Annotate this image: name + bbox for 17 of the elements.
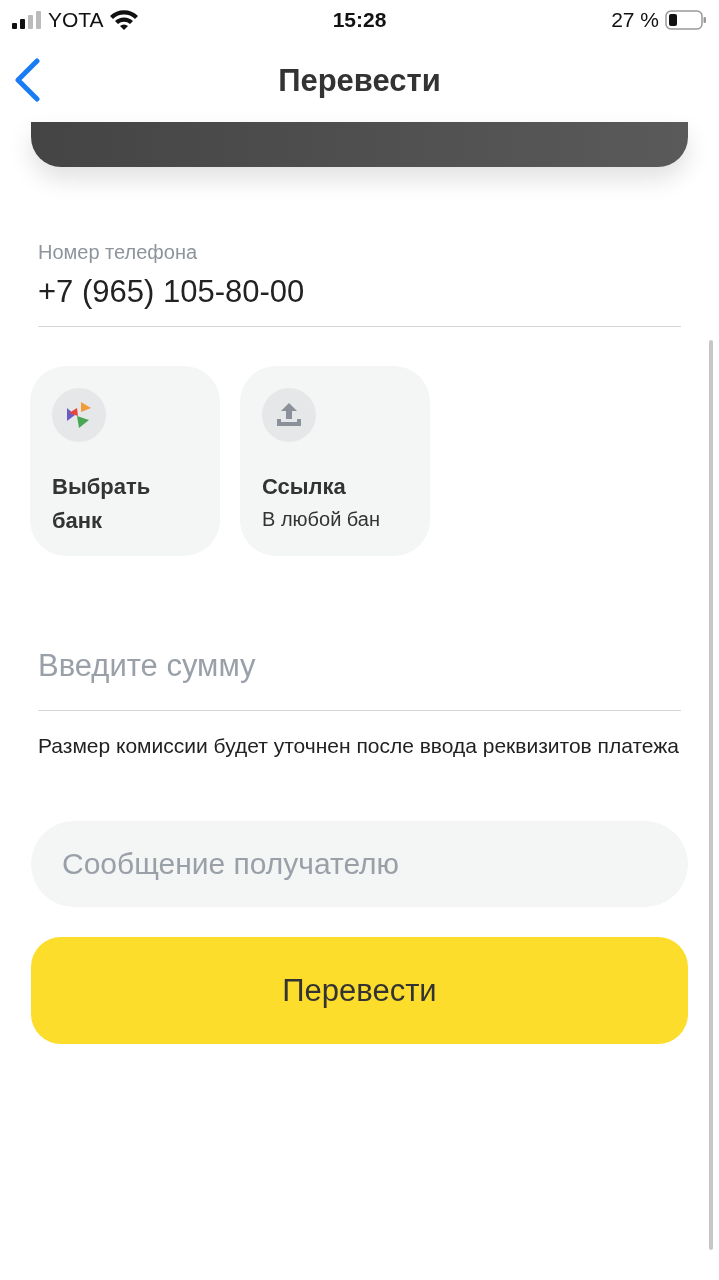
back-button[interactable] — [12, 58, 42, 102]
clock-time: 15:28 — [331, 8, 388, 32]
battery-icon — [665, 10, 707, 30]
option-tile[interactable]: Ссылка В любой бан — [240, 366, 430, 556]
phone-value[interactable]: +7 (965) 105-80-00 — [38, 274, 681, 310]
transfer-button[interactable]: Перевести — [31, 937, 688, 1044]
battery-percent: 27 % — [611, 8, 659, 32]
carrier-name: YOTA — [48, 8, 104, 32]
option-tile[interactable]: Выбрать банк — [30, 366, 220, 556]
page-title: Перевести — [278, 63, 441, 99]
commission-note: Размер комиссии будет уточнен после ввода реквизитов платежа — [38, 733, 680, 759]
signal-icon — [12, 11, 42, 29]
message-field[interactable]: Сообщение получателю — [31, 821, 688, 907]
phone-label: Номер телефона — [38, 241, 199, 264]
amount-field[interactable]: Введите сумму — [38, 638, 681, 694]
back-chevron-icon — [12, 58, 42, 102]
wifi-icon — [109, 10, 138, 30]
